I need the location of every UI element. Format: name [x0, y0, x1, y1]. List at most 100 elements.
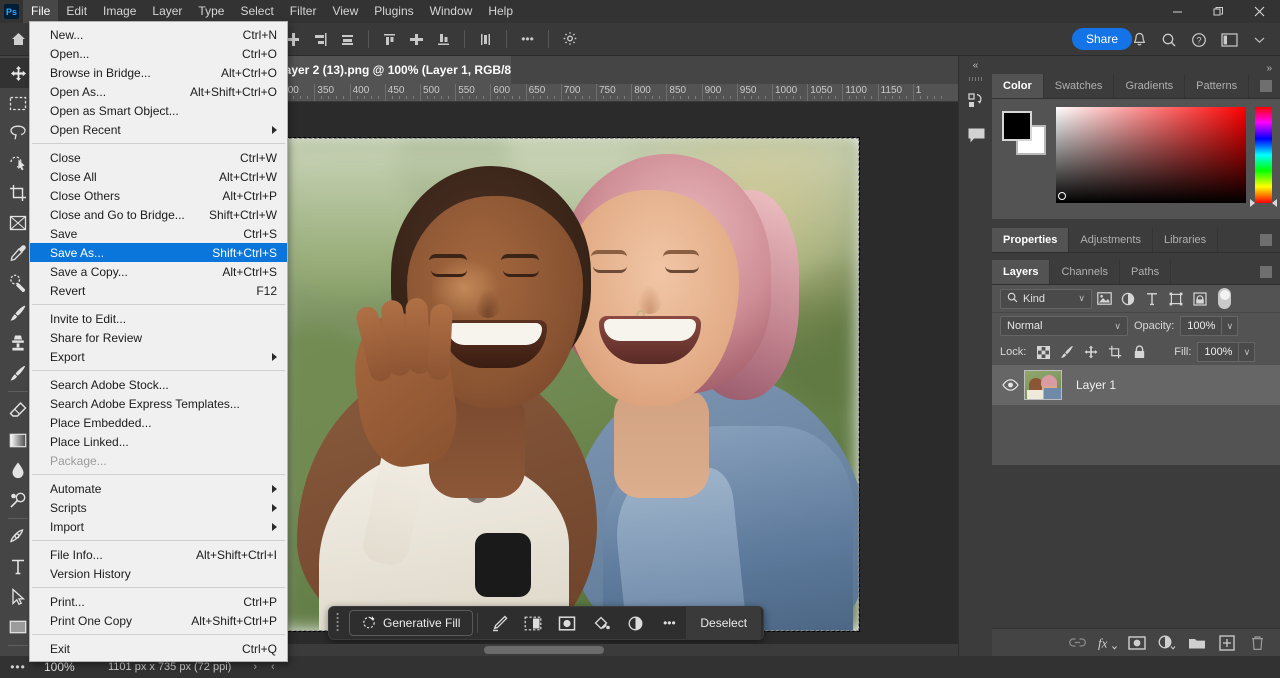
panel-menu-icon[interactable] — [1260, 80, 1272, 92]
file-menu-item-search-adobe-express-templates[interactable]: Search Adobe Express Templates... — [30, 394, 287, 413]
status-collapse-icon[interactable]: ‹ — [257, 661, 275, 673]
lock-all-icon[interactable] — [1128, 342, 1150, 362]
menu-plugins[interactable]: Plugins — [366, 0, 421, 23]
lock-position-icon[interactable] — [1080, 342, 1102, 362]
chevron-down-icon[interactable]: ∨ — [1114, 321, 1121, 332]
layer-row[interactable]: Layer 1 — [992, 365, 1280, 405]
menu-file[interactable]: File — [23, 0, 58, 23]
foreground-color-swatch[interactable] — [1002, 111, 1032, 141]
file-menu-item-open[interactable]: Open...Ctrl+O — [30, 44, 287, 63]
tab-properties[interactable]: Properties — [992, 228, 1069, 252]
more-options-icon[interactable]: ••• — [514, 27, 541, 51]
menu-image[interactable]: Image — [95, 0, 144, 23]
align-right-icon[interactable] — [307, 27, 334, 51]
tab-layers[interactable]: Layers — [992, 260, 1050, 284]
menu-filter[interactable]: Filter — [282, 0, 325, 23]
add-layer-style-icon[interactable]: fx — [1094, 631, 1120, 655]
more-icon[interactable]: ••• — [652, 609, 686, 637]
file-menu-item-open-as-smart-object[interactable]: Open as Smart Object... — [30, 101, 287, 120]
generative-fill-button[interactable]: Generative Fill — [349, 610, 473, 636]
artboard[interactable] — [279, 138, 859, 631]
tab-channels[interactable]: Channels — [1050, 260, 1119, 284]
shape-filter-icon[interactable] — [1164, 288, 1188, 310]
spectrum-cursor[interactable] — [1058, 192, 1066, 200]
lock-transparent-pixels-icon[interactable] — [1032, 342, 1054, 362]
file-menu-item-save[interactable]: SaveCtrl+S — [30, 224, 287, 243]
chevron-down-icon[interactable]: ∨ — [1078, 293, 1085, 304]
menu-edit[interactable]: Edit — [58, 0, 95, 23]
align-top-icon[interactable] — [376, 27, 403, 51]
adjustment-filter-icon[interactable] — [1116, 288, 1140, 310]
filter-toggle[interactable] — [1218, 288, 1231, 309]
file-menu-item-save-a-copy[interactable]: Save a Copy...Alt+Ctrl+S — [30, 262, 287, 281]
file-menu-item-invite-to-edit[interactable]: Invite to Edit... — [30, 309, 287, 328]
file-menu-item-automate[interactable]: Automate — [30, 479, 287, 498]
color-spectrum[interactable] — [1056, 107, 1246, 203]
status-expand-icon[interactable]: › — [231, 661, 257, 673]
distribute-vertical-icon[interactable] — [472, 27, 499, 51]
hue-slider-handle-right[interactable] — [1272, 199, 1277, 207]
file-menu-item-scripts[interactable]: Scripts — [30, 498, 287, 517]
lock-image-pixels-icon[interactable] — [1056, 342, 1078, 362]
adjustment-layer-icon[interactable] — [618, 609, 652, 637]
collapse-panels-icon[interactable]: « — [959, 56, 992, 74]
add-mask-icon[interactable] — [550, 609, 584, 637]
file-menu-item-open-as[interactable]: Open As...Alt+Shift+Ctrl+O — [30, 82, 287, 101]
fill-chevron-icon[interactable]: ∨ — [1239, 342, 1255, 362]
file-menu-item-close-others[interactable]: Close OthersAlt+Ctrl+P — [30, 186, 287, 205]
dock-grip[interactable] — [959, 74, 992, 84]
color-panel-expand-icon[interactable]: » — [992, 56, 1280, 74]
file-menu-item-file-info[interactable]: File Info...Alt+Shift+Ctrl+I — [30, 545, 287, 564]
share-button[interactable]: Share — [1072, 28, 1132, 50]
file-menu-item-version-history[interactable]: Version History — [30, 564, 287, 583]
zoom-level-field[interactable]: 100% — [36, 660, 100, 674]
chevron-down-icon[interactable] — [1244, 26, 1274, 54]
minimize-icon[interactable] — [1157, 0, 1198, 23]
file-menu-item-export[interactable]: Export — [30, 347, 287, 366]
tab-patterns[interactable]: Patterns — [1185, 74, 1249, 98]
menu-type[interactable]: Type — [190, 0, 232, 23]
file-menu-item-place-embedded[interactable]: Place Embedded... — [30, 413, 287, 432]
deselect-button[interactable]: Deselect — [686, 606, 761, 640]
lock-artboard-icon[interactable] — [1104, 342, 1126, 362]
file-menu-item-print-one-copy[interactable]: Print One CopyAlt+Shift+Ctrl+P — [30, 611, 287, 630]
tab-gradients[interactable]: Gradients — [1114, 74, 1185, 98]
file-menu-item-close-and-go-to-bridge[interactable]: Close and Go to Bridge...Shift+Ctrl+W — [30, 205, 287, 224]
panel-menu-icon[interactable] — [1260, 234, 1272, 246]
close-icon[interactable] — [1239, 0, 1280, 23]
tab-libraries[interactable]: Libraries — [1153, 228, 1218, 252]
menu-help[interactable]: Help — [480, 0, 521, 23]
file-menu-item-search-adobe-stock[interactable]: Search Adobe Stock... — [30, 375, 287, 394]
tab-color[interactable]: Color — [992, 74, 1044, 98]
tab-swatches[interactable]: Swatches — [1044, 74, 1115, 98]
file-menu-item-open-recent[interactable]: Open Recent — [30, 120, 287, 139]
layer-kind-select[interactable]: Kind ∨ — [1000, 289, 1092, 309]
file-menu-item-exit[interactable]: ExitCtrl+Q — [30, 639, 287, 658]
bell-icon[interactable] — [1124, 26, 1154, 54]
hue-slider[interactable] — [1255, 107, 1272, 203]
file-menu-item-print[interactable]: Print...Ctrl+P — [30, 592, 287, 611]
file-menu-item-close-all[interactable]: Close AllAlt+Ctrl+W — [30, 167, 287, 186]
align-bottom-icon[interactable] — [430, 27, 457, 51]
file-menu-item-share-for-review[interactable]: Share for Review — [30, 328, 287, 347]
menu-layer[interactable]: Layer — [144, 0, 190, 23]
file-menu-item-save-as[interactable]: Save As...Shift+Ctrl+S — [30, 243, 287, 262]
layer-name[interactable]: Layer 1 — [1076, 378, 1116, 392]
file-menu-item-place-linked[interactable]: Place Linked... — [30, 432, 287, 451]
libraries-icon[interactable] — [959, 84, 993, 118]
pixel-filter-icon[interactable] — [1092, 288, 1116, 310]
status-menu-icon[interactable]: ••• — [0, 660, 36, 674]
menu-view[interactable]: View — [324, 0, 366, 23]
opacity-chevron-icon[interactable]: ∨ — [1222, 316, 1238, 336]
drag-handle-icon[interactable] — [331, 609, 345, 637]
link-layers-icon[interactable] — [1064, 631, 1090, 655]
new-adjustment-layer-icon[interactable] — [1154, 631, 1180, 655]
file-menu-item-browse-in-bridge[interactable]: Browse in Bridge...Alt+Ctrl+O — [30, 63, 287, 82]
align-horizontal-center-icon[interactable] — [403, 27, 430, 51]
smart-object-filter-icon[interactable] — [1188, 288, 1212, 310]
file-menu-dropdown[interactable]: New...Ctrl+NOpen...Ctrl+OBrowse in Bridg… — [29, 21, 288, 662]
scrollbar-thumb[interactable] — [484, 646, 604, 654]
select-subject-icon[interactable] — [482, 609, 516, 637]
type-filter-icon[interactable] — [1140, 288, 1164, 310]
new-group-icon[interactable] — [1184, 631, 1210, 655]
